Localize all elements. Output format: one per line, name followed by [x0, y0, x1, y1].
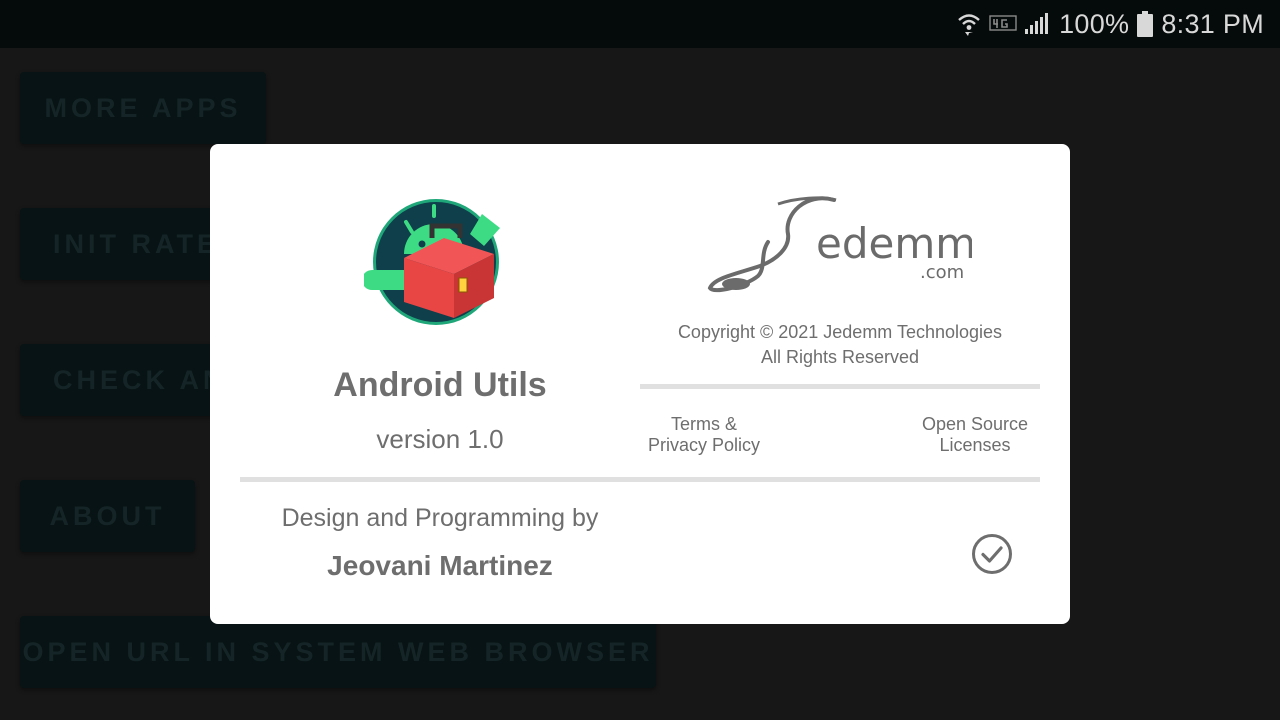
confirm-check-button[interactable] [970, 532, 1014, 576]
terms-privacy-link[interactable]: Terms & Privacy Policy [644, 414, 764, 456]
brand-domain: .com [920, 262, 964, 283]
rights-line: All Rights Reserved [760, 347, 920, 367]
app-name: Android Utils [333, 366, 547, 404]
wifi-calling-icon [957, 11, 981, 37]
copyright-line: Copyright © 2021 Jedemm Technologies [677, 322, 1003, 342]
app-version: version 1.0 [376, 424, 504, 454]
check-circle-icon [972, 534, 1012, 574]
oss-line-2: Licenses [939, 435, 1011, 455]
clock: 8:31 PM [1161, 8, 1264, 39]
battery-percentage: 100% [1059, 8, 1130, 39]
status-icons: 100% 8:31 PM [957, 0, 1264, 48]
battery-icon [1137, 11, 1154, 37]
terms-line-2: Privacy Policy [647, 435, 761, 455]
volte-4g-icon [989, 13, 1017, 35]
open-source-licenses-link[interactable]: Open Source Licenses [910, 414, 1040, 456]
signal-icon [1025, 13, 1051, 35]
brand-name: edemm [816, 219, 972, 268]
status-bar: 100% 8:31 PM [0, 0, 1280, 48]
app-logo-icon [362, 198, 504, 330]
copyright-text: Copyright © 2021 Jedemm Technologies All… [640, 320, 1040, 370]
design-credit-label: Design and Programming by [281, 504, 599, 532]
author-name: Jeovani Martinez [327, 550, 553, 581]
oss-line-1: Open Source [921, 414, 1029, 434]
about-dialog: Android Utils version 1.0 edemm .com Cop… [210, 144, 1070, 624]
jedemm-logo: edemm .com [706, 194, 976, 294]
terms-line-1: Terms & [670, 414, 737, 434]
divider [240, 477, 1040, 482]
divider [640, 384, 1040, 389]
